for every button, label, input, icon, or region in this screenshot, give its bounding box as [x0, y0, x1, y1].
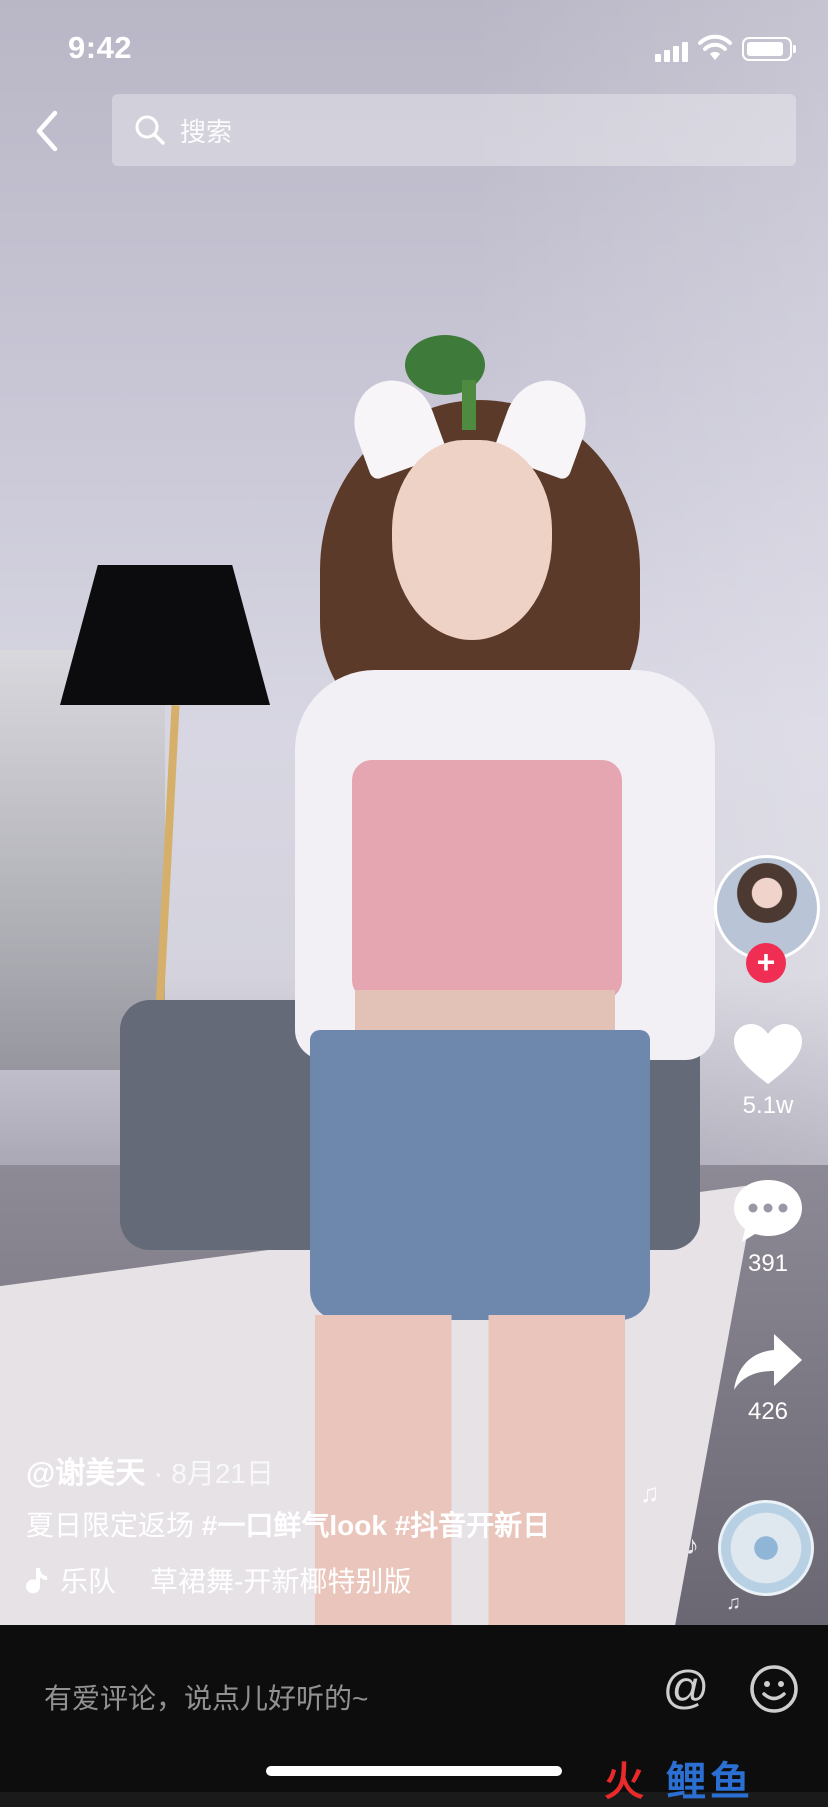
author-avatar-button[interactable]: +	[714, 855, 820, 983]
like-count: 5.1w	[742, 1092, 794, 1119]
music-title: 草裙舞-开新椰特别版	[150, 1566, 412, 1597]
back-button[interactable]	[24, 106, 70, 156]
heart-icon	[734, 1024, 802, 1084]
watermark-carp: 鲤鱼	[666, 1759, 754, 1805]
search-placeholder: 搜索	[180, 116, 233, 147]
video-person-top	[352, 760, 622, 1000]
wifi-icon	[698, 34, 732, 60]
mention-button[interactable]: @	[660, 1663, 712, 1715]
video-person-face	[392, 440, 552, 640]
video-player[interactable]	[0, 0, 828, 1625]
share-button[interactable]: 426	[724, 1332, 812, 1426]
comment-icon	[734, 1180, 802, 1242]
signal-icon	[655, 40, 689, 62]
comment-count: 391	[747, 1250, 789, 1277]
search-icon	[135, 115, 165, 145]
search-bar[interactable]: 搜索	[112, 94, 796, 166]
comment-button[interactable]: 391	[724, 1178, 812, 1278]
comment-input[interactable]: 有爱评论，说点儿好听的~	[44, 1677, 368, 1717]
share-count: 426	[747, 1398, 789, 1425]
video-person-waist	[355, 990, 615, 1030]
watermark-fire: 火	[604, 1759, 644, 1805]
music-artist: 乐队	[60, 1566, 117, 1597]
follow-button[interactable]: +	[746, 943, 786, 983]
music-note-icon: ♫	[726, 1592, 741, 1614]
post-date: 8月21日	[171, 1458, 274, 1489]
battery-level	[747, 42, 783, 56]
music-disc-button[interactable]	[718, 1500, 814, 1596]
hashtag-link[interactable]: #一口鲜气look	[202, 1510, 387, 1541]
emoji-icon[interactable]	[748, 1663, 800, 1715]
music-note-icon	[26, 1568, 47, 1594]
status-bar: 9:42	[0, 0, 828, 90]
video-lamp	[60, 565, 270, 705]
music-info[interactable]: 乐队 草裙舞-开新椰特别版	[26, 1560, 411, 1600]
author-separator: ·	[153, 1457, 164, 1490]
like-button[interactable]: 5.1w	[724, 1022, 812, 1120]
comment-bar: 有爱评论，说点儿好听的~ @ 火 鲤鱼	[0, 1625, 828, 1805]
author-line: @谢美天 · 8月21日	[26, 1448, 274, 1492]
video-palm-trunk	[462, 380, 476, 430]
status-time: 9:42	[68, 30, 133, 65]
hashtag-link[interactable]: #抖音开新日	[395, 1510, 551, 1541]
caption-text: 夏日限定返场	[26, 1510, 202, 1541]
author-name[interactable]: @谢美天	[26, 1457, 145, 1490]
chevron-left-icon	[36, 110, 58, 152]
share-icon	[734, 1334, 802, 1390]
battery-icon	[742, 37, 796, 61]
at-icon: @	[663, 1663, 710, 1713]
video-caption: 夏日限定返场 #一口鲜气look #抖音开新日	[26, 1504, 550, 1544]
video-person-shorts	[310, 1030, 650, 1320]
music-note-icon: ♫	[640, 1478, 660, 1508]
watermark-logo: 火 鲤鱼	[604, 1745, 816, 1805]
music-note-icon: ♪	[686, 1530, 699, 1560]
home-indicator[interactable]	[266, 1766, 562, 1776]
